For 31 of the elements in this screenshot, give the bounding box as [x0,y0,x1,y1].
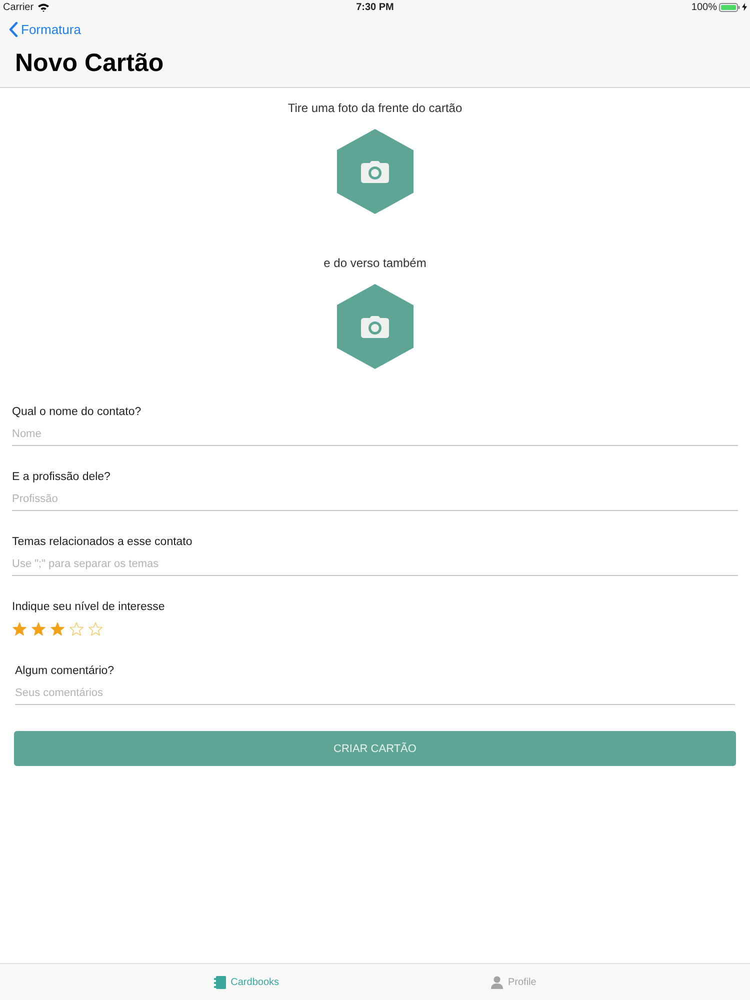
battery-icon [719,2,740,12]
photo-prompt: e do verso também [324,256,426,270]
carrier-text: Carrier [3,2,34,12]
book-icon [214,976,226,988]
field-label: E a profissão dele? [12,470,110,485]
tab-item[interactable]: Cardbooks [214,976,279,988]
input-field[interactable]: Seus comentários [15,681,735,705]
page-title: Novo Cartão [15,49,164,78]
person-icon [491,976,503,988]
wifi-icon [38,2,49,12]
star-icon[interactable] [12,622,27,636]
battery-percent: 100% [691,2,717,12]
chevron-left-icon [9,22,18,37]
input-field[interactable]: Profissão [12,487,738,511]
input-field[interactable]: Nome [12,422,738,446]
submit-button[interactable]: CRIAR CARTÃO [14,731,736,766]
star-outline-icon[interactable] [69,622,84,636]
star-icon[interactable] [31,622,46,636]
camera-icon [361,160,389,182]
field-label: Temas relacionados a esse contato [12,535,192,550]
status-time: 7:30 PM [356,2,394,12]
input-field[interactable]: Use ";" para separar os temas [12,552,738,576]
field-label: Indique seu nível de interesse [12,600,165,615]
star-icon[interactable] [50,622,65,636]
tab-item[interactable]: Profile [491,976,536,988]
field-label: Algum comentário? [15,664,114,679]
camera-icon [361,316,389,338]
back-button[interactable]: Formatura [9,22,81,37]
star-outline-icon[interactable] [88,622,103,636]
field-label: Qual o nome do contato? [12,405,142,420]
photo-prompt: Tire uma foto da frente do cartão [288,101,462,115]
